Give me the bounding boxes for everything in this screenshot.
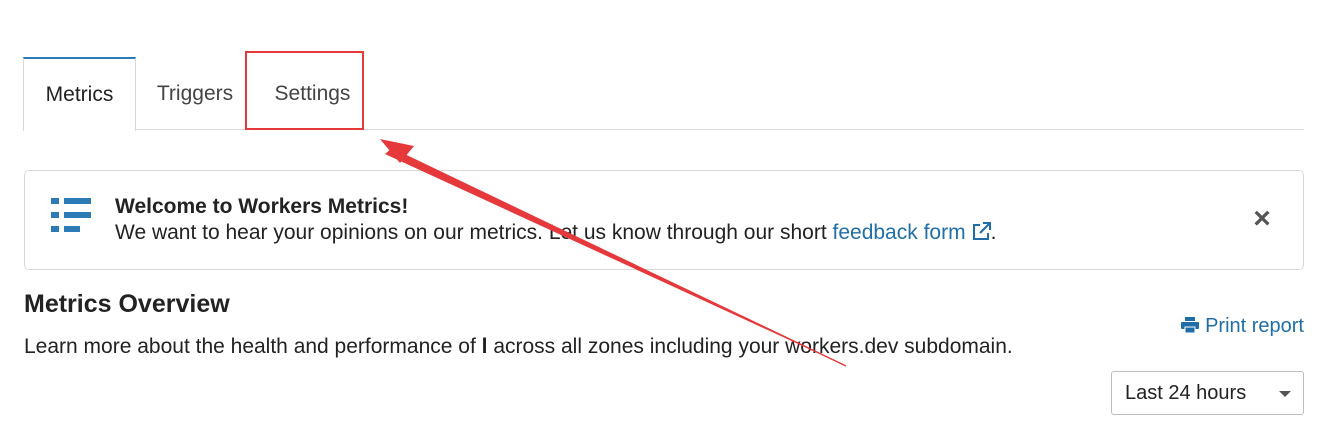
banner-message: We want to hear your opinions on our met… <box>115 221 996 245</box>
welcome-banner: Welcome to Workers Metrics! We want to h… <box>24 170 1304 270</box>
close-icon[interactable]: × <box>1251 204 1273 234</box>
banner-title: Welcome to Workers Metrics! <box>115 195 409 218</box>
feedback-form-link[interactable]: feedback form <box>833 221 991 244</box>
tab-triggers[interactable]: Triggers <box>145 57 245 130</box>
external-link-icon <box>972 222 991 240</box>
page-title: Metrics Overview <box>24 290 230 318</box>
banner-text-end: . <box>990 221 997 244</box>
annotation-highlight-box <box>245 51 364 130</box>
banner-text: We want to hear your opinions on our met… <box>115 221 833 244</box>
printer-icon <box>1181 317 1200 333</box>
tab-bar: Metrics Triggers Settings <box>23 57 1304 131</box>
list-icon <box>51 198 91 232</box>
time-range-value: Last 24 hours <box>1125 382 1247 404</box>
tab-metrics[interactable]: Metrics <box>23 57 136 131</box>
print-report-button[interactable]: Print report <box>1181 315 1304 338</box>
overview-description: Learn more about the health and performa… <box>24 335 1013 358</box>
chevron-down-icon <box>1279 391 1291 397</box>
time-range-select[interactable]: Last 24 hours <box>1111 371 1304 415</box>
